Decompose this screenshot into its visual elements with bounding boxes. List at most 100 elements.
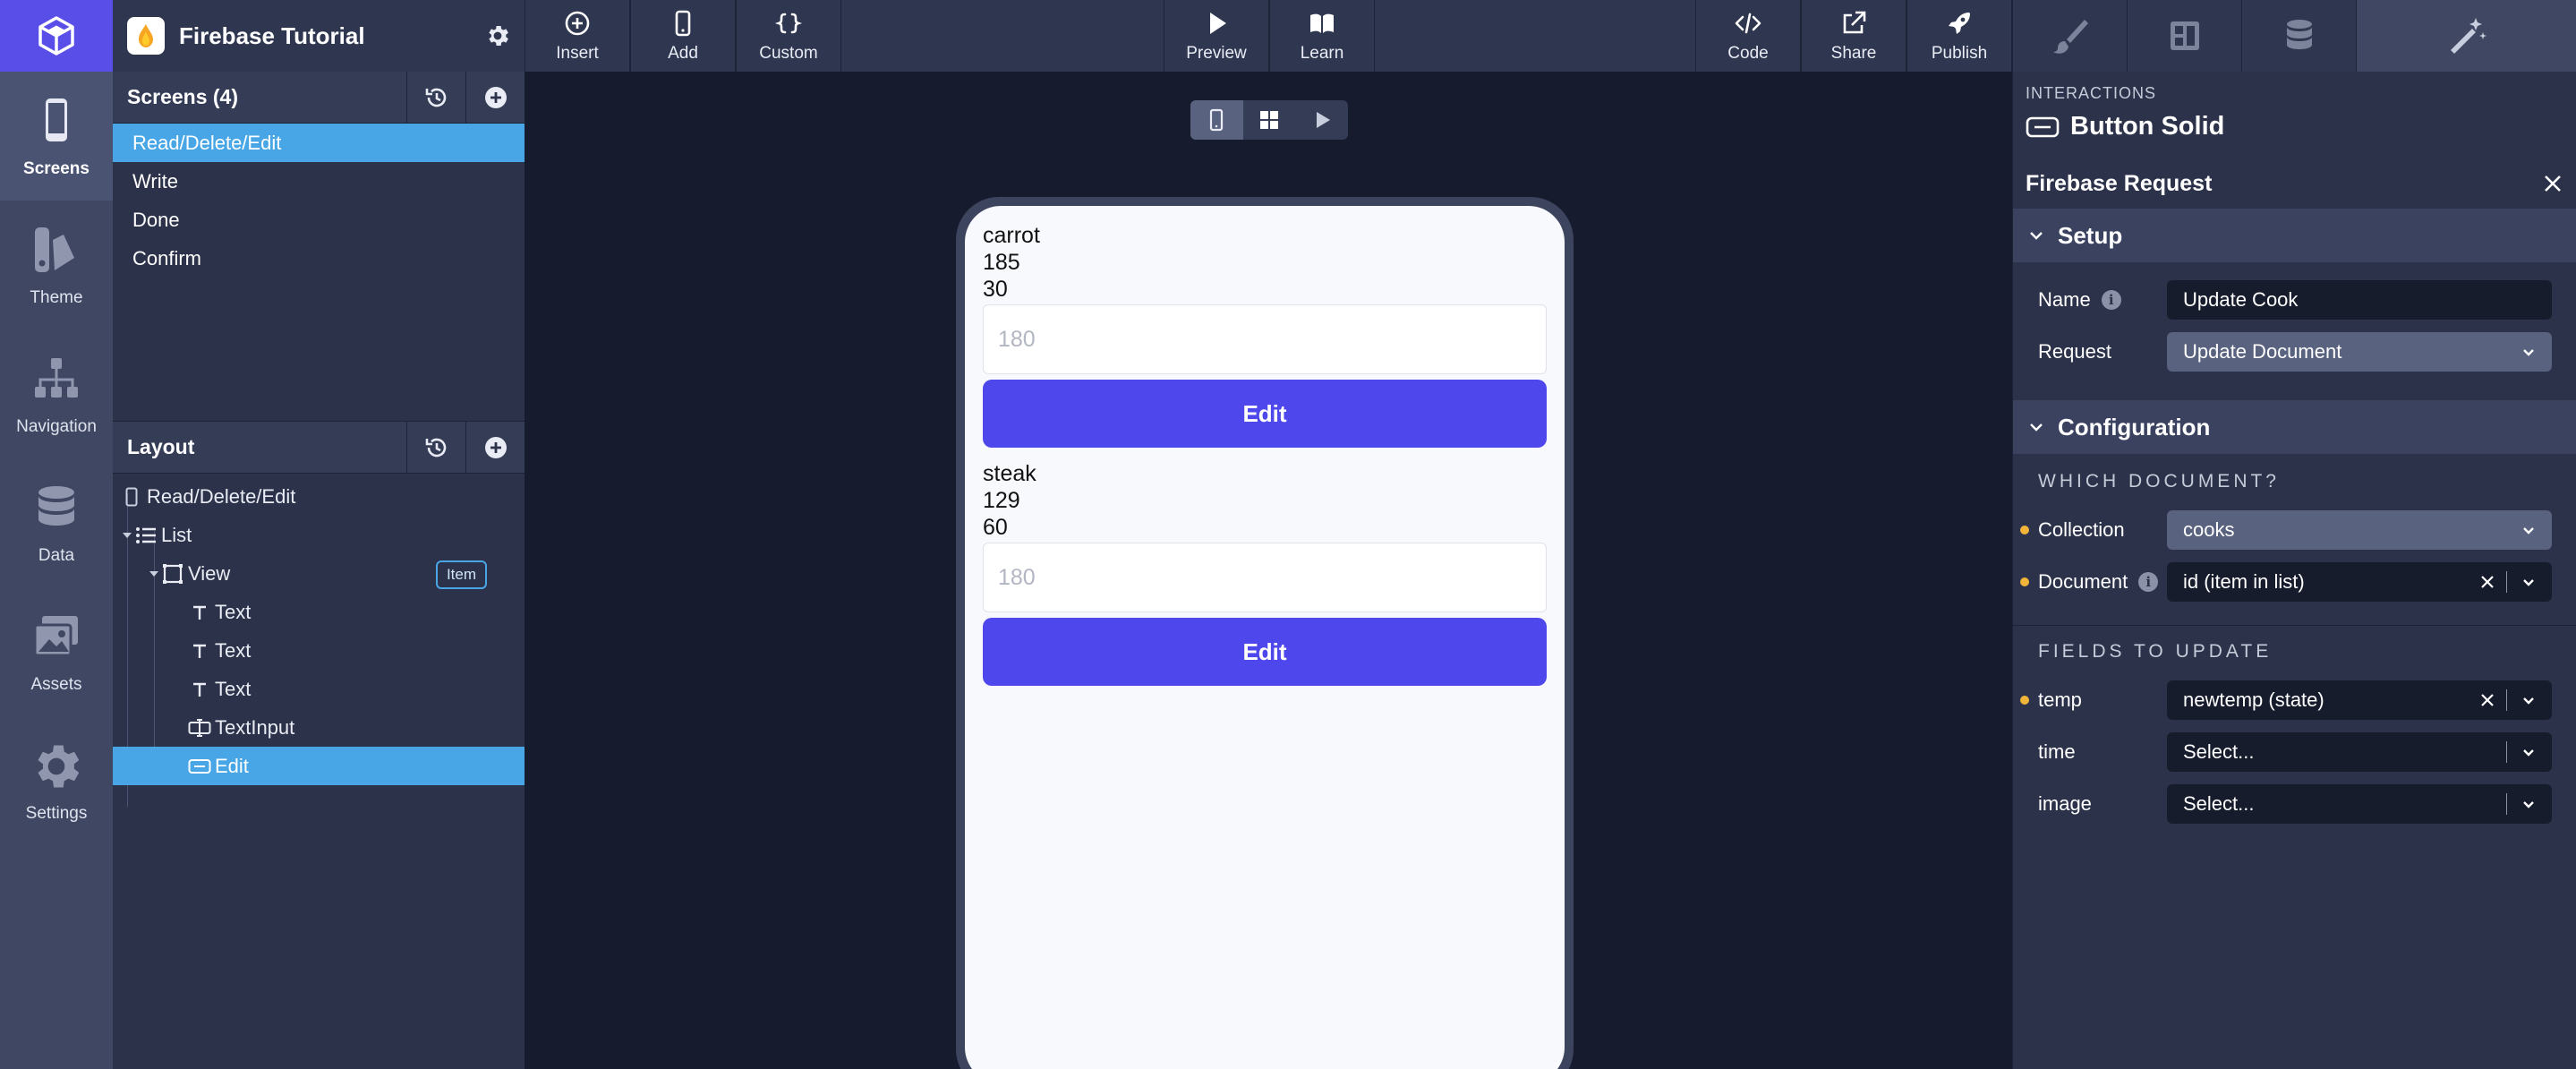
caret-down-icon[interactable] [120,532,134,539]
text-icon [188,639,211,663]
play-icon [1210,13,1226,34]
cook-time-text: 30 [983,277,1008,302]
tree-node-screen[interactable]: Read/Delete/Edit [113,477,525,516]
layout-history-button[interactable] [406,421,465,474]
caret-down-icon[interactable] [147,570,161,577]
mobile-view-button[interactable] [1190,100,1243,140]
publish-button[interactable]: Publish [1906,0,2012,72]
screens-history-button[interactable] [406,71,465,124]
rocket-icon [1949,13,1970,34]
image-value-select[interactable]: Select... [2167,784,2552,824]
screens-panel-header: Screens (4) [113,71,525,124]
tree-node-view[interactable]: View Item [113,554,525,593]
rail-theme[interactable]: Theme [0,201,113,329]
rail-settings[interactable]: Settings [0,716,113,845]
item-badge: Item [435,560,487,589]
data-panel-tab[interactable] [2241,0,2356,72]
custom-button[interactable]: Custom [736,0,841,72]
layout-panel-tab[interactable] [2127,0,2241,72]
screen-item-done[interactable]: Done [113,201,525,239]
edit-button[interactable]: Edit [983,618,1547,686]
request-name-input[interactable]: Update Cook [2167,280,2552,320]
request-type-select[interactable]: Update Document [2167,332,2552,372]
add-component-button[interactable] [465,421,525,474]
list-item: steak 129 60 180 Edit [983,460,1547,686]
text-icon [188,678,211,701]
database-icon [38,486,74,526]
screen-item-confirm[interactable]: Confirm [113,239,525,278]
document-field-row: Document i id (item in list) [2013,562,2576,602]
edit-button[interactable]: Edit [983,380,1547,448]
gear-icon [489,26,508,46]
component-title: Button Solid [2013,103,2576,141]
layout-panel-header: Layout [113,421,525,474]
screens-panel-title: Screens (4) [127,85,239,108]
name-field-row: Name i Update Cook [2013,280,2576,320]
configuration-section-header[interactable]: Configuration [2013,400,2576,454]
add-button[interactable]: Add [630,0,736,72]
history-icon [425,438,446,457]
required-dot [2020,696,2029,705]
braces-icon [774,13,803,34]
history-icon [425,88,446,107]
style-panel-tab[interactable] [2012,0,2127,72]
code-button[interactable]: Code [1695,0,1801,72]
clear-icon[interactable] [2478,573,2496,591]
close-icon[interactable] [2541,172,2564,195]
learn-button[interactable]: Learn [1269,0,1375,72]
chevron-down-icon [2523,697,2534,705]
tree-node-textinput[interactable]: TextInput [113,708,525,747]
temp-input[interactable]: 180 [983,304,1547,374]
preview-play-button[interactable] [1295,100,1348,140]
chevron-down-icon [2030,232,2043,240]
mobile-icon [675,10,691,37]
collection-select[interactable]: cooks [2167,510,2552,550]
rail-data[interactable]: Data [0,458,113,587]
temp-input[interactable]: 180 [983,543,1547,612]
chevron-down-icon [2523,527,2534,534]
plus-circle-icon [484,86,507,108]
swatch-icon [35,227,74,272]
gear-icon [38,745,80,788]
layout-panel-title: Layout [127,435,195,458]
chevron-down-icon [2030,423,2043,432]
plus-circle-icon [565,11,590,36]
add-screen-button[interactable] [465,71,525,124]
tree-node-text[interactable]: Text [113,593,525,631]
screens-panel: Screens (4) Read/Delete/Edit Write Done … [113,71,525,421]
app-logo[interactable] [0,0,113,72]
tree-node-edit-button[interactable]: Edit [113,747,525,785]
field-row-time: time Select... [2013,732,2576,772]
time-value-select[interactable]: Select... [2167,732,2552,772]
tablet-view-button[interactable] [1243,100,1296,140]
insert-button[interactable]: Insert [525,0,630,72]
sitemap-icon [35,358,78,398]
project-name: Firebase Tutorial [179,21,365,49]
rail-navigation[interactable]: Navigation [0,329,113,458]
tree-node-text[interactable]: Text [113,631,525,670]
share-button[interactable]: Share [1801,0,1906,72]
clear-icon[interactable] [2478,691,2496,709]
phone-icon [46,98,67,141]
document-select[interactable]: id (item in list) [2167,562,2552,602]
layout-panel: Layout Read/Delete/Edit List View Item T… [113,421,525,1069]
interactions-panel-tab[interactable] [2356,0,2576,72]
cook-temp-text: 185 [983,250,1020,275]
plus-circle-icon [484,436,507,458]
firebase-icon [127,17,165,55]
screen-item-read-delete-edit[interactable]: Read/Delete/Edit [113,124,525,162]
rail-assets[interactable]: Assets [0,587,113,716]
tree-node-list[interactable]: List [113,516,525,554]
project-settings-button[interactable] [480,18,516,54]
phone-small-icon [120,485,143,509]
cook-time-text: 60 [983,515,1008,540]
preview-button[interactable]: Preview [1164,0,1269,72]
chevron-down-icon [2523,801,2534,808]
setup-section-header[interactable]: Setup [2013,209,2576,262]
screen-item-write[interactable]: Write [113,162,525,201]
database-icon [2286,20,2312,49]
tree-node-text[interactable]: Text [113,670,525,708]
cube-logo-icon [38,16,74,56]
temp-value-select[interactable]: newtemp (state) [2167,680,2552,720]
rail-screens[interactable]: Screens [0,72,113,201]
